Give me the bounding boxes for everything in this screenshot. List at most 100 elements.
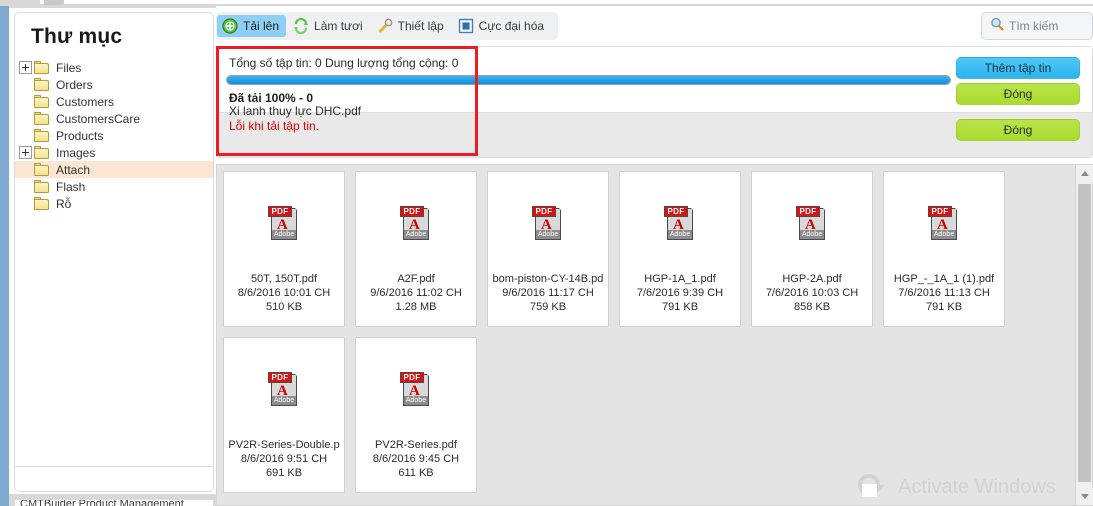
upload-file-name: Xi lanh thuy lực DHC.pdf — [229, 104, 362, 118]
file-size: 791 KB — [661, 301, 699, 313]
toolbar-button-maximize[interactable]: Cực đại hóa — [453, 15, 551, 37]
toolbar-button-label: Thiết lập — [397, 19, 444, 33]
file-icon-wrapper: A Adobe PDF — [795, 172, 829, 272]
sidebar-item-files[interactable]: Files — [15, 59, 213, 76]
file-date: 7/6/2016 11:13 CH — [898, 287, 990, 299]
file-tile[interactable]: A Adobe PDF A2F.pdf 9/6/2016 11:02 CH 1.28 MB — [355, 171, 477, 327]
scroll-down-button[interactable] — [1076, 488, 1093, 505]
toolbar-button-upload[interactable]: Tải lên — [217, 15, 287, 37]
upload-summary: Tổng số tập tin: 0 Dung lượng tổng cộng:… — [229, 56, 459, 70]
search-icon — [990, 17, 1004, 36]
sidebar-item-label: Products — [56, 128, 104, 143]
close-queue-button[interactable]: Đóng — [956, 119, 1080, 141]
search-placeholder: Tìm kiếm — [1009, 19, 1059, 33]
scroll-up-button[interactable] — [1076, 165, 1093, 182]
folder-tree-list: Files Orders Customers CustomersCare Product… — [15, 59, 213, 212]
sidebar-item-products[interactable]: Products — [15, 127, 213, 144]
scrollbar-thumb[interactable] — [1078, 184, 1091, 482]
upload-icon — [222, 18, 238, 34]
file-size: 858 KB — [793, 301, 831, 313]
window-tab-stub — [44, 0, 64, 5]
file-name: HGP_-_1A_1 (1).pdf — [893, 273, 995, 285]
file-tile[interactable]: A Adobe PDF 50T, 150T.pdf 8/6/2016 10:01 CH 5… — [223, 171, 345, 327]
sidebar-item-label: Orders — [56, 77, 93, 92]
folder-tree-panel: Thư mục Files Orders Customers CustomersCar… — [14, 12, 214, 490]
file-icon-wrapper: A Adobe PDF — [267, 338, 301, 438]
file-date: 8/6/2016 9:51 CH — [240, 453, 328, 465]
toolbar-button-label: Làm tươi — [314, 19, 363, 33]
toolbar-button-refresh[interactable]: Làm tươi — [288, 15, 370, 37]
sidebar-item-r-[interactable]: Rỗ — [15, 195, 213, 212]
upload-panel: Tổng số tập tin: 0 Dung lượng tổng cộng:… — [216, 46, 1093, 158]
file-name: A2F.pdf — [397, 273, 435, 285]
file-manager-window: Thư mục Files Orders Customers CustomersCar… — [0, 0, 1093, 506]
folder-icon — [34, 146, 50, 159]
pdf-icon: A Adobe PDF — [927, 202, 961, 242]
main-area: Tải lên Làm tươi Thiết lập Cực đại hóa Tìm … — [216, 6, 1093, 506]
file-date: 8/6/2016 9:45 CH — [372, 453, 460, 465]
folder-icon — [34, 112, 50, 125]
file-tile[interactable]: A Adobe PDF HGP-1A_1.pdf 7/6/2016 9:39 CH 791… — [619, 171, 741, 327]
file-date: 7/6/2016 9:39 CH — [636, 287, 724, 299]
pdf-icon: A Adobe PDF — [267, 368, 301, 408]
file-grid: A Adobe PDF 50T, 150T.pdf 8/6/2016 10:01 CH 5… — [223, 171, 1076, 493]
file-tile[interactable]: A Adobe PDF bom-piston-CY-14B.pd 9/6/2016 11… — [487, 171, 609, 327]
upload-status-text: Đã tải 100% - 0 — [229, 91, 314, 105]
file-name: PV2R-Series-Double.p — [228, 439, 340, 451]
sidebar-item-label: Attach — [56, 162, 91, 177]
file-icon-wrapper: A Adobe PDF — [927, 172, 961, 272]
sidebar-item-customers[interactable]: Customers — [15, 93, 213, 110]
toolbar: Tải lên Làm tươi Thiết lập Cực đại hóa — [216, 12, 559, 40]
close-upload-button[interactable]: Đóng — [956, 83, 1080, 105]
sidebar-item-attach[interactable]: Attach — [15, 161, 213, 178]
folder-icon — [34, 95, 50, 108]
folder-icon — [34, 197, 50, 210]
file-tile[interactable]: A Adobe PDF HGP-2A.pdf 7/6/2016 10:03 CH 858 … — [751, 171, 873, 327]
file-size: 611 KB — [398, 467, 434, 479]
file-date: 9/6/2016 11:17 CH — [502, 287, 594, 299]
file-date: 7/6/2016 10:03 CH — [765, 287, 859, 299]
sidebar-item-customerscare[interactable]: CustomersCare — [15, 110, 213, 127]
sidebar-item-label: Files — [56, 60, 82, 75]
refresh-icon — [293, 17, 309, 35]
upload-progress-bar — [226, 75, 951, 85]
file-icon-wrapper: A Adobe PDF — [399, 338, 433, 438]
sidebar-bottom-panel — [14, 466, 214, 492]
upload-progress-fill — [227, 76, 950, 84]
toolbar-button-label: Cực đại hóa — [478, 19, 545, 33]
file-tile[interactable]: A Adobe PDF PV2R-Series-Double.p 8/6/2016 9:… — [223, 337, 345, 493]
file-size: 691 KB — [265, 467, 303, 479]
pdf-icon: A Adobe PDF — [399, 202, 433, 242]
toolbar-wrapper: Tải lên Làm tươi Thiết lập Cực đại hóa Tìm … — [216, 12, 1093, 42]
file-grid-area: A Adobe PDF 50T, 150T.pdf 8/6/2016 10:01 CH 5… — [216, 164, 1093, 506]
sidebar-item-orders[interactable]: Orders — [15, 76, 213, 93]
folder-icon — [34, 163, 50, 176]
search-input[interactable]: Tìm kiếm — [981, 12, 1093, 40]
sidebar-bottom-clipped-text: CMTBuider Product Management — [14, 499, 214, 506]
file-date: 9/6/2016 11:02 CH — [370, 287, 462, 299]
file-name: HGP-2A.pdf — [782, 273, 842, 285]
expand-plus-icon[interactable] — [19, 61, 32, 74]
expand-plus-icon[interactable] — [19, 146, 32, 159]
chevron-up-icon — [1080, 171, 1089, 176]
left-accent-rail — [0, 6, 9, 506]
sidebar-item-flash[interactable]: Flash — [15, 178, 213, 195]
file-size: 1.28 MB — [395, 301, 437, 313]
folder-icon — [34, 78, 50, 91]
file-tile[interactable]: A Adobe PDF HGP_-_1A_1 (1).pdf 7/6/2016 11:1… — [883, 171, 1005, 327]
upload-error-message: Lỗi khi tải tập tin. — [229, 119, 320, 133]
sidebar-item-label: Flash — [56, 179, 86, 194]
file-grid-scrollbar[interactable] — [1075, 165, 1093, 505]
file-size: 791 KB — [925, 301, 963, 313]
pdf-icon: A Adobe PDF — [267, 202, 301, 242]
toolbar-button-wrench[interactable]: Thiết lập — [372, 15, 451, 37]
sidebar-item-images[interactable]: Images — [15, 144, 213, 161]
add-files-button[interactable]: Thêm tập tin — [956, 57, 1080, 79]
file-tile[interactable]: A Adobe PDF PV2R-Series.pdf 8/6/2016 9:45 CH… — [355, 337, 477, 493]
pdf-icon: A Adobe PDF — [795, 202, 829, 242]
sidebar-item-label: CustomersCare — [56, 111, 141, 126]
